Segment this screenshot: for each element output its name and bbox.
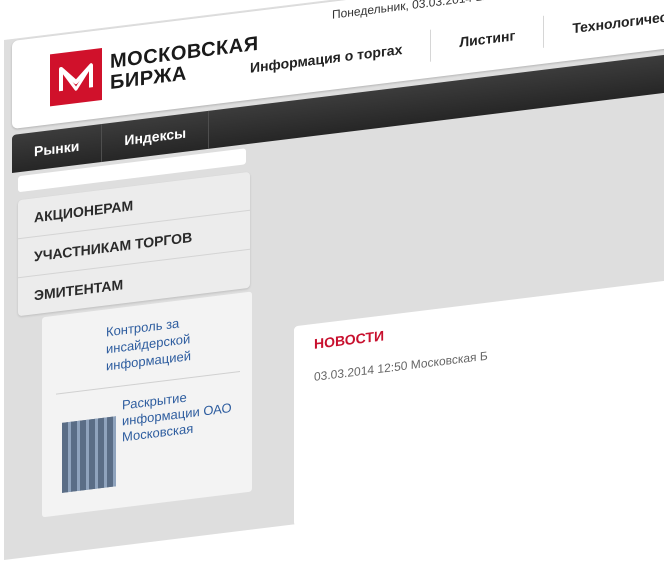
topnav-item-technology[interactable]: Технологические xyxy=(543,0,664,48)
left-info-panel: Контроль за инсайдерской информацией Рас… xyxy=(42,291,252,518)
insider-info-link[interactable]: Контроль за инсайдерской информацией xyxy=(106,309,226,375)
current-date: Понедельник, 03.03.2014 12:17 xyxy=(332,0,506,22)
moex-logo-icon xyxy=(50,47,102,107)
topnav-item-listing[interactable]: Листинг xyxy=(430,15,544,62)
building-thumbnail xyxy=(62,416,116,493)
disclosure-link[interactable]: Раскрытие информации ОАО Московская xyxy=(122,383,242,446)
news-title: НОВОСТИ xyxy=(314,327,385,352)
news-item[interactable]: 03.03.2014 12:50 Московская Б xyxy=(314,349,488,384)
page-stage: МОСКОВСКАЯ БИРЖА Понедельник, 03.03.2014… xyxy=(4,0,664,561)
logo-m-glyph xyxy=(59,63,93,92)
